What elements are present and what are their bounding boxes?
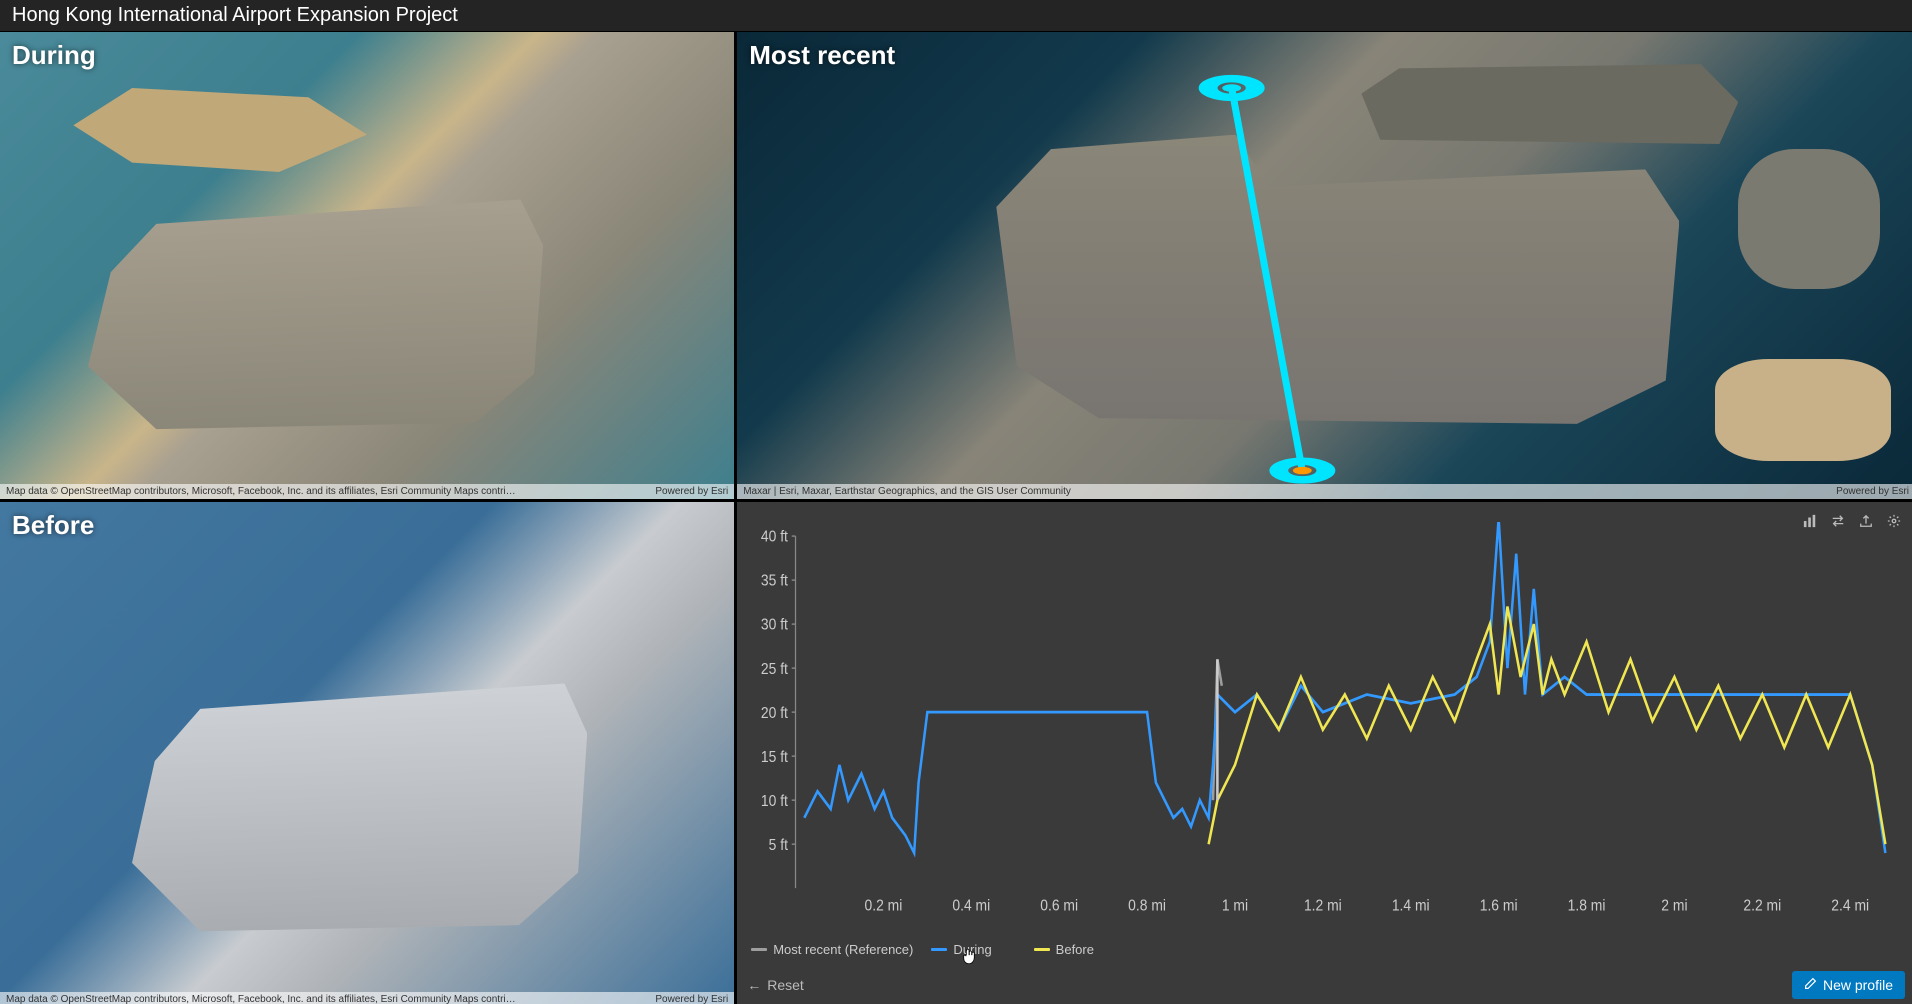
attribution-recent: Maxar | Esri, Maxar, Earthstar Geographi…: [737, 484, 1912, 499]
app-title: Hong Kong International Airport Expansio…: [0, 0, 1912, 32]
panel-label-before: Before: [12, 510, 94, 541]
reset-button[interactable]: ← Reset: [747, 977, 804, 993]
svg-text:0.4 mi: 0.4 mi: [953, 898, 991, 915]
svg-text:10 ft: 10 ft: [761, 793, 788, 810]
chart-toolbar: [1797, 508, 1907, 534]
legend-item-during[interactable]: During: [931, 938, 1015, 961]
map-panel-during[interactable]: During Map data © OpenStreetMap contribu…: [0, 32, 734, 499]
map-panel-recent[interactable]: Most recent Maxar | Esri, Maxar, Earthst…: [737, 32, 1912, 499]
panel-label-during: During: [12, 40, 96, 71]
svg-text:1.8 mi: 1.8 mi: [1568, 898, 1606, 915]
svg-text:2.4 mi: 2.4 mi: [1832, 898, 1870, 915]
svg-text:1.4 mi: 1.4 mi: [1392, 898, 1430, 915]
profile-line-overlay[interactable]: [737, 32, 1912, 499]
pencil-icon: [1804, 977, 1817, 993]
chart-export-button[interactable]: [1853, 508, 1879, 534]
map-panel-before[interactable]: Before Map data © OpenStreetMap contribu…: [0, 502, 734, 1004]
svg-text:1 mi: 1 mi: [1222, 898, 1248, 915]
svg-text:25 ft: 25 ft: [761, 661, 788, 678]
panel-label-recent: Most recent: [749, 40, 895, 71]
attribution-during: Map data © OpenStreetMap contributors, M…: [0, 484, 734, 499]
svg-text:0.6 mi: 0.6 mi: [1040, 898, 1078, 915]
svg-text:2 mi: 2 mi: [1662, 898, 1688, 915]
chart-settings-button[interactable]: [1881, 508, 1907, 534]
svg-text:2.2 mi: 2.2 mi: [1744, 898, 1782, 915]
svg-text:5 ft: 5 ft: [769, 837, 788, 854]
svg-text:0.2 mi: 0.2 mi: [865, 898, 903, 915]
svg-text:30 ft: 30 ft: [761, 617, 788, 634]
svg-text:40 ft: 40 ft: [761, 529, 788, 546]
chart-stats-button[interactable]: [1797, 508, 1823, 534]
svg-text:1.2 mi: 1.2 mi: [1304, 898, 1342, 915]
legend-item-before[interactable]: Before: [1034, 942, 1094, 957]
svg-text:1.6 mi: 1.6 mi: [1480, 898, 1518, 915]
svg-text:35 ft: 35 ft: [761, 573, 788, 590]
svg-text:0.8 mi: 0.8 mi: [1128, 898, 1166, 915]
legend-item-reference[interactable]: Most recent (Reference): [751, 942, 913, 957]
chart-area[interactable]: 5 ft 10 ft 15 ft 20 ft 25 ft 30 ft 35 ft 40 ft 0…: [737, 502, 1912, 934]
elevation-profile-panel: 5 ft 10 ft 15 ft 20 ft 25 ft 30 ft 35 ft 40 ft 0…: [737, 502, 1912, 1004]
svg-text:20 ft: 20 ft: [761, 705, 788, 722]
chart-swap-button[interactable]: [1825, 508, 1851, 534]
attribution-before: Map data © OpenStreetMap contributors, M…: [0, 992, 734, 1004]
chart-legend: Most recent (Reference) During Before: [737, 934, 1912, 965]
new-profile-button[interactable]: New profile: [1792, 971, 1905, 999]
svg-text:15 ft: 15 ft: [761, 749, 788, 766]
arrow-left-icon: ←: [747, 977, 761, 993]
